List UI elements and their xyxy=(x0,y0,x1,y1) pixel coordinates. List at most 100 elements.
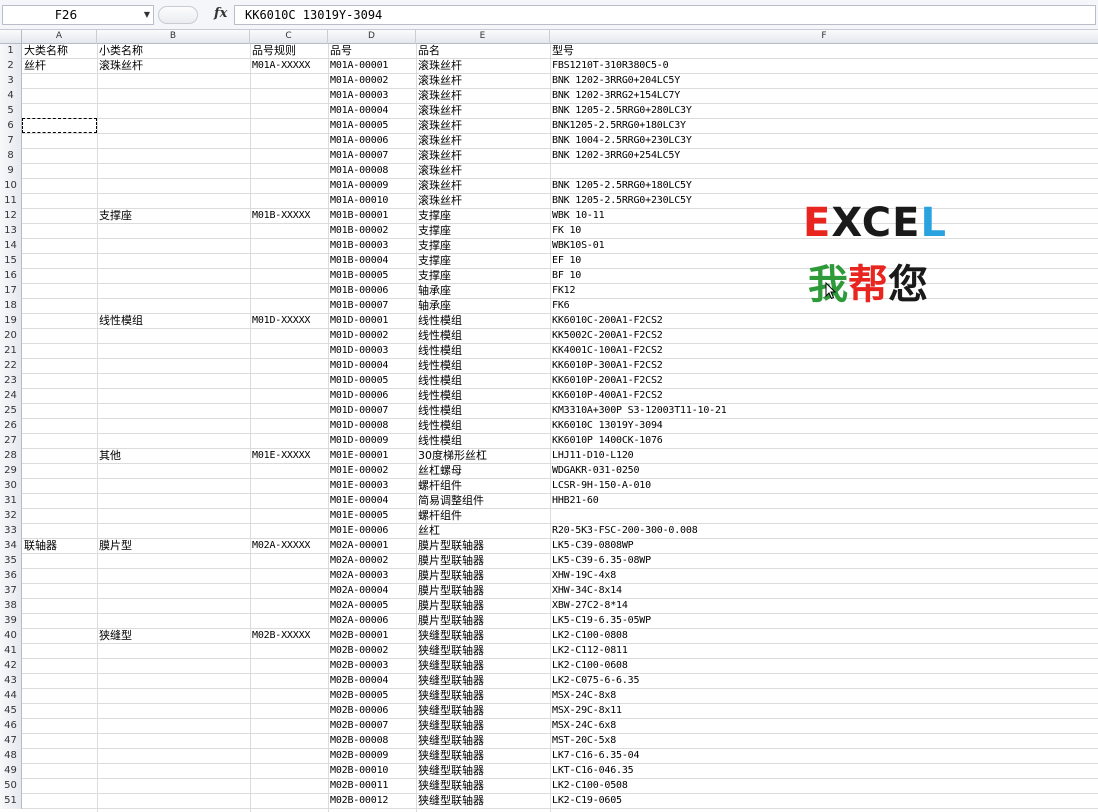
cell-e[interactable]: 滚珠丝杆 xyxy=(416,89,550,104)
cell-c[interactable] xyxy=(250,524,328,539)
cell-a[interactable] xyxy=(22,314,97,329)
cell-d[interactable]: M01B-00003 xyxy=(328,239,416,254)
cell-f[interactable]: KK5002C-200A1-F2CS2 xyxy=(550,329,1098,344)
insert-function-icon[interactable]: fx xyxy=(214,6,227,21)
cell-c[interactable]: M02A-XXXXX xyxy=(250,539,328,554)
row-number[interactable]: 13 xyxy=(0,224,22,239)
cell-b[interactable] xyxy=(97,659,250,674)
cell-b[interactable] xyxy=(97,734,250,749)
cell-c[interactable] xyxy=(250,494,328,509)
cell-d[interactable]: M01A-00006 xyxy=(328,134,416,149)
cell-e[interactable]: 狭缝型联轴器 xyxy=(416,764,550,779)
cell-a[interactable] xyxy=(22,554,97,569)
cell-f[interactable]: KK6010P 1400CK-1076 xyxy=(550,434,1098,449)
cell-a[interactable] xyxy=(22,359,97,374)
header-cell-f[interactable]: 型号 xyxy=(550,44,1098,59)
cell-c[interactable] xyxy=(250,344,328,359)
row-number[interactable]: 33 xyxy=(0,524,22,539)
cell-c[interactable] xyxy=(250,674,328,689)
row-number[interactable]: 16 xyxy=(0,269,22,284)
cell-f[interactable]: LHJ11-D10-L120 xyxy=(550,449,1098,464)
cell-f[interactable]: XHW-19C-4x8 xyxy=(550,569,1098,584)
cell-b[interactable] xyxy=(97,494,250,509)
cell-f[interactable]: FBS1210T-310R380C5-0 xyxy=(550,59,1098,74)
cell-c[interactable] xyxy=(250,434,328,449)
cell-c[interactable] xyxy=(250,554,328,569)
column-header-f[interactable]: F xyxy=(550,30,1098,44)
cell-d[interactable]: M02A-00006 xyxy=(328,614,416,629)
cell-a[interactable] xyxy=(22,659,97,674)
cell-a[interactable] xyxy=(22,674,97,689)
cell-f[interactable]: MSX-24C-8x8 xyxy=(550,689,1098,704)
row-number[interactable]: 24 xyxy=(0,389,22,404)
cell-f[interactable]: LK5-C39-0808WP xyxy=(550,539,1098,554)
cell-e[interactable]: 狭缝型联轴器 xyxy=(416,644,550,659)
cell-d[interactable]: M01A-00003 xyxy=(328,89,416,104)
cell-c[interactable] xyxy=(250,569,328,584)
cell-c[interactable] xyxy=(250,194,328,209)
cell-a[interactable] xyxy=(22,479,97,494)
cell-c[interactable] xyxy=(250,659,328,674)
cell-f[interactable]: MSX-29C-8x11 xyxy=(550,704,1098,719)
cell-b[interactable] xyxy=(97,359,250,374)
cell-a[interactable] xyxy=(22,104,97,119)
row-number[interactable]: 34 xyxy=(0,539,22,554)
cell-b[interactable] xyxy=(97,509,250,524)
cell-e[interactable]: 狭缝型联轴器 xyxy=(416,659,550,674)
cell-b[interactable] xyxy=(97,404,250,419)
cell-b[interactable] xyxy=(97,674,250,689)
cell-d[interactable]: M02A-00003 xyxy=(328,569,416,584)
row-number[interactable]: 12 xyxy=(0,209,22,224)
cell-f[interactable]: WDGAKR-031-0250 xyxy=(550,464,1098,479)
row-number[interactable]: 47 xyxy=(0,734,22,749)
cell-b[interactable] xyxy=(97,179,250,194)
cell-d[interactable]: M01D-00004 xyxy=(328,359,416,374)
cell-b[interactable] xyxy=(97,329,250,344)
cell-e[interactable]: 30度梯形丝杠 xyxy=(416,449,550,464)
select-all-corner[interactable] xyxy=(0,30,22,44)
cell-e[interactable]: 膜片型联轴器 xyxy=(416,599,550,614)
cell-f[interactable]: BNK 1004-2.5RRG0+230LC3Y xyxy=(550,134,1098,149)
cell-b[interactable] xyxy=(97,614,250,629)
cell-f[interactable]: LKT-C16-046.35 xyxy=(550,764,1098,779)
cell-f[interactable]: KK6010P-400A1-F2CS2 xyxy=(550,389,1098,404)
cell-f[interactable]: LK5-C19-6.35-05WP xyxy=(550,614,1098,629)
cell-c[interactable] xyxy=(250,104,328,119)
cell-e[interactable]: 滚珠丝杆 xyxy=(416,149,550,164)
cell-d[interactable]: M02A-00001 xyxy=(328,539,416,554)
cell-c[interactable] xyxy=(250,779,328,794)
cell-c[interactable] xyxy=(250,119,328,134)
cell-c[interactable] xyxy=(250,269,328,284)
cell-f[interactable]: KK6010C 13019Y-3094 xyxy=(550,419,1098,434)
cell-b[interactable] xyxy=(97,374,250,389)
cell-f[interactable]: KK6010C-200A1-F2CS2 xyxy=(550,314,1098,329)
cell-b[interactable] xyxy=(97,164,250,179)
cell-e[interactable]: 轴承座 xyxy=(416,299,550,314)
formula-expand-control[interactable] xyxy=(158,6,198,24)
column-header-e[interactable]: E xyxy=(416,30,550,44)
cell-d[interactable]: M01E-00003 xyxy=(328,479,416,494)
cell-a[interactable] xyxy=(22,404,97,419)
cell-e[interactable]: 膜片型联轴器 xyxy=(416,539,550,554)
cell-f[interactable]: BNK 1202-3RRG0+254LC5Y xyxy=(550,149,1098,164)
cell-b[interactable]: 线性模组 xyxy=(97,314,250,329)
row-number[interactable]: 25 xyxy=(0,404,22,419)
cell-f[interactable]: LK5-C39-6.35-08WP xyxy=(550,554,1098,569)
row-number[interactable]: 43 xyxy=(0,674,22,689)
row-number[interactable]: 4 xyxy=(0,89,22,104)
cell-b[interactable] xyxy=(97,644,250,659)
cell-d[interactable]: M02B-00011 xyxy=(328,779,416,794)
cell-c[interactable] xyxy=(250,179,328,194)
cell-a[interactable] xyxy=(22,449,97,464)
cell-b[interactable] xyxy=(97,104,250,119)
cell-b[interactable]: 膜片型 xyxy=(97,539,250,554)
cell-d[interactable]: M02B-00005 xyxy=(328,689,416,704)
cell-e[interactable]: 支撑座 xyxy=(416,239,550,254)
cell-e[interactable]: 螺杆组件 xyxy=(416,479,550,494)
cell-c[interactable]: M02B-XXXXX xyxy=(250,629,328,644)
cell-b[interactable] xyxy=(97,149,250,164)
cell-b[interactable] xyxy=(97,584,250,599)
cell-c[interactable] xyxy=(250,149,328,164)
cell-d[interactable]: M02B-00004 xyxy=(328,674,416,689)
cell-a[interactable] xyxy=(22,209,97,224)
